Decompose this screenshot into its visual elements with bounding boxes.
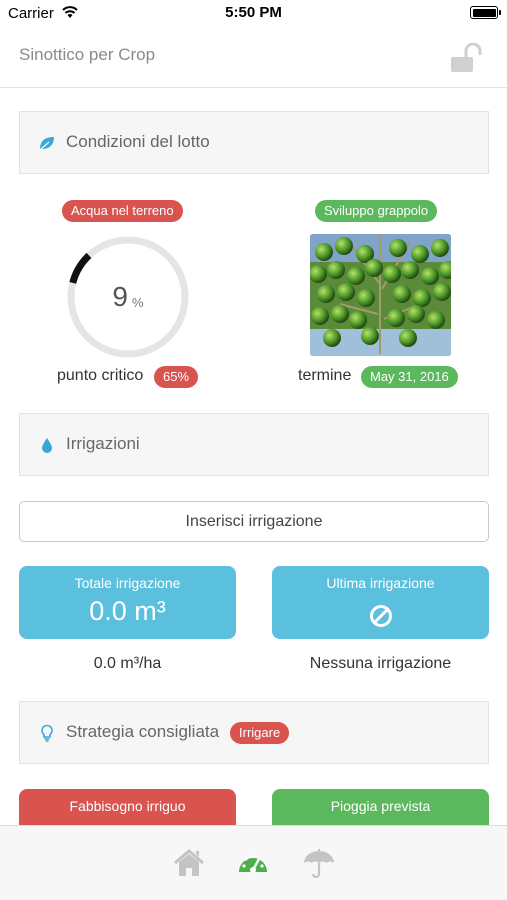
irrigation-need-title: Fabbisogno irriguo bbox=[69, 798, 186, 814]
end-date-label: termine bbox=[298, 367, 352, 384]
last-irrigation-card[interactable]: Ultima irrigazione bbox=[272, 566, 489, 639]
soil-water-value: 9 % bbox=[65, 234, 191, 360]
strategy-header: Strategia consigliata Irrigare bbox=[19, 701, 489, 764]
umbrella-icon[interactable] bbox=[302, 846, 336, 880]
prohibited-icon bbox=[370, 605, 392, 627]
clock: 5:50 PM bbox=[225, 4, 282, 21]
irrigation-need-card[interactable]: Fabbisogno irriguo bbox=[19, 789, 236, 825]
navigation-bar: Sinottico per Crop bbox=[0, 28, 507, 88]
strategy-title: Strategia consigliata bbox=[66, 722, 220, 741]
cluster-development-badge: Sviluppo grappolo bbox=[315, 200, 438, 222]
soil-water-unit: % bbox=[132, 294, 144, 310]
critical-point-label: punto critico bbox=[57, 367, 144, 384]
total-irrigation-card[interactable]: Totale irrigazione 0.0 m³ bbox=[19, 566, 236, 639]
unlocked-padlock-icon[interactable] bbox=[449, 43, 483, 73]
expected-rain-card[interactable]: Pioggia prevista bbox=[272, 789, 489, 825]
total-irrigation-title: Totale irrigazione bbox=[74, 575, 181, 591]
lot-conditions-title: Condizioni del lotto bbox=[66, 132, 210, 151]
last-irrigation-title: Ultima irrigazione bbox=[326, 575, 435, 591]
water-drop-icon bbox=[42, 438, 52, 453]
battery-icon bbox=[470, 6, 501, 19]
soil-water-number: 9 bbox=[112, 281, 128, 312]
total-irrigation-value: 0.0 m³ bbox=[89, 596, 166, 626]
critical-point-badge: 65% bbox=[154, 366, 199, 388]
tab-bar bbox=[0, 825, 507, 900]
status-bar: Carrier 5:50 PM bbox=[0, 0, 507, 28]
end-date-badge: May 31, 2016 bbox=[361, 366, 458, 388]
lightbulb-icon bbox=[41, 724, 53, 742]
grape-cluster-photo bbox=[310, 234, 451, 356]
leaf-icon bbox=[39, 137, 54, 151]
last-irrigation-caption: Nessuna irrigazione bbox=[309, 655, 452, 672]
expected-rain-title: Pioggia prevista bbox=[330, 798, 431, 814]
soil-water-badge: Acqua nel terreno bbox=[62, 200, 183, 222]
home-icon[interactable] bbox=[172, 846, 206, 880]
irrigations-title: Irrigazioni bbox=[66, 434, 140, 453]
total-irrigation-per-ha: 0.0 m³/ha bbox=[93, 655, 162, 672]
irrigations-header: Irrigazioni bbox=[19, 413, 489, 476]
lot-conditions-header: Condizioni del lotto bbox=[19, 111, 489, 174]
page-title: Sinottico per Crop bbox=[19, 45, 156, 64]
insert-irrigation-button[interactable]: Inserisci irrigazione bbox=[19, 501, 489, 542]
dashboard-gauge-icon[interactable] bbox=[236, 846, 270, 880]
strategy-badge: Irrigare bbox=[230, 722, 290, 744]
